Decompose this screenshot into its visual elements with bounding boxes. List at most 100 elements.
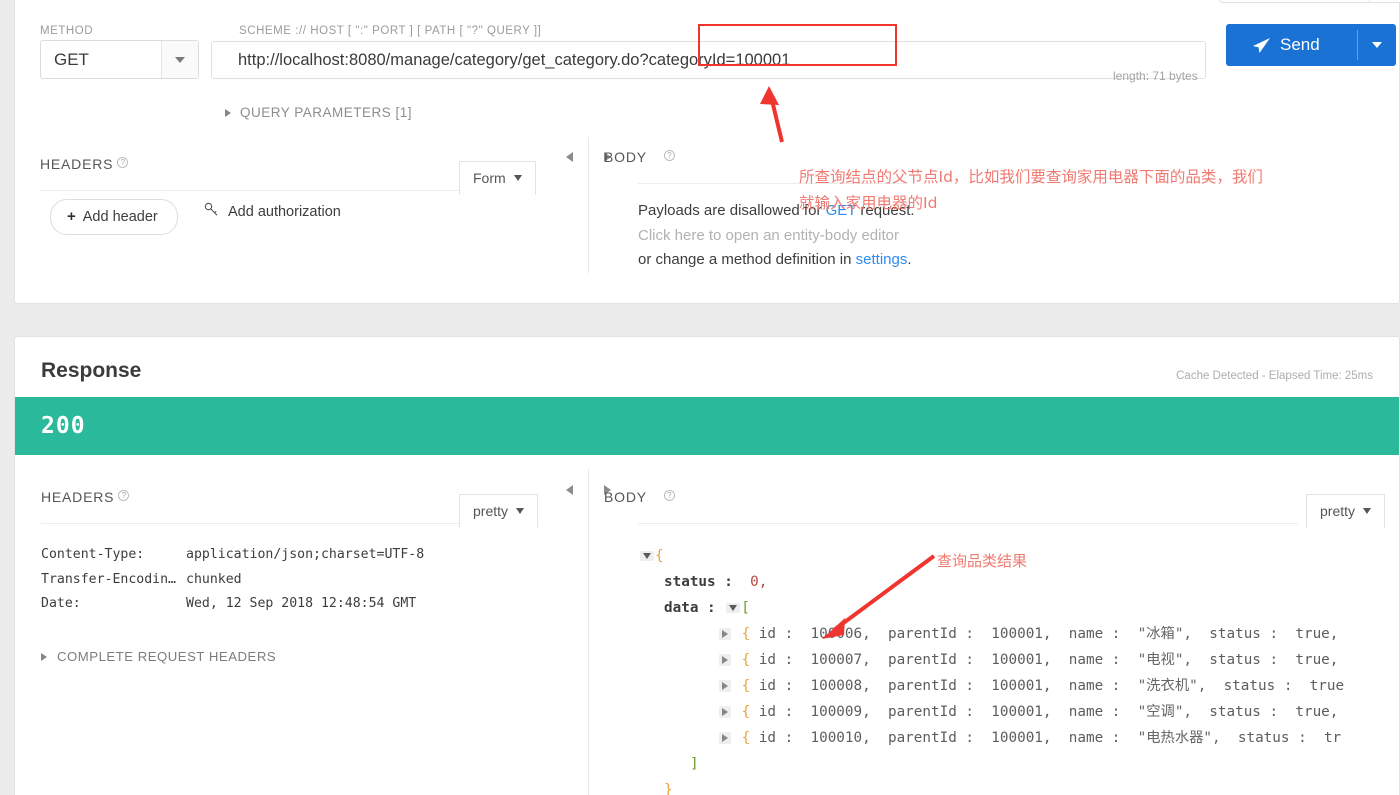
scheme-hint-label: SCHEME :// HOST [ ":" PORT ] [ PATH [ "?… — [239, 25, 542, 37]
json-status-value: true, — [1295, 626, 1339, 642]
json-status-value: true, — [1295, 652, 1339, 668]
json-root-line: { — [638, 543, 1344, 569]
chevron-down-icon — [642, 553, 651, 559]
url-value: http://localhost:8080/manage/category/ge… — [238, 50, 791, 69]
query-parameters-label: QUERY PARAMETERS [1] — [240, 105, 413, 120]
complete-request-headers-toggle[interactable]: COMPLETE REQUEST HEADERS — [41, 649, 276, 664]
method-select[interactable]: GET — [40, 40, 199, 79]
json-root-collapse-toggle[interactable] — [638, 551, 655, 561]
json-item-expand-toggle[interactable] — [716, 732, 733, 744]
send-button[interactable]: Send — [1226, 24, 1396, 66]
response-headers-format-value: pretty — [473, 503, 509, 519]
chevron-down-icon — [513, 175, 522, 181]
payload-note-suffix: request. — [856, 202, 915, 219]
response-body-format-select[interactable]: pretty — [1306, 494, 1386, 528]
header-value: application/json;charset=UTF-8 — [186, 547, 425, 562]
send-paper-plane-icon — [1252, 37, 1271, 54]
json-parentid-key: parentId : — [887, 626, 975, 642]
response-title: Response — [41, 359, 142, 382]
url-length-note: length: 71 bytes — [1113, 69, 1198, 83]
json-status-key: status : — [1223, 678, 1293, 694]
request-body-line-3: or change a method definition in setting… — [638, 248, 915, 273]
response-body-title: BODY — [604, 489, 647, 505]
json-item-expand-toggle[interactable] — [716, 628, 733, 640]
json-item-expand-toggle[interactable] — [716, 680, 733, 692]
help-icon[interactable]: ? — [663, 150, 675, 161]
request-body-line-1: Payloads are disallowed for GET request. — [638, 199, 915, 224]
json-open-bracket: [ — [741, 600, 750, 616]
request-headers-title: HEADERS — [40, 156, 114, 172]
header-key: Content-Type: — [41, 547, 145, 562]
json-item-brace: { — [741, 652, 751, 668]
method-label: METHOD — [40, 25, 94, 37]
settings-link[interactable]: settings — [856, 251, 908, 268]
add-header-label: Add header — [82, 208, 158, 225]
json-id-value: 100007, — [810, 652, 871, 668]
json-name-value: "空调", — [1137, 704, 1193, 720]
json-id-value: 100010, — [810, 730, 871, 746]
chevron-right-icon — [721, 734, 728, 742]
request-body-rule — [638, 183, 908, 184]
table-row: Content-Type: application/json;charset=U… — [41, 543, 424, 568]
api-client-window: METHOD SCHEME :// HOST [ ":" PORT ] [ PA… — [0, 0, 1400, 795]
json-parentid-value: 100001, — [991, 730, 1052, 746]
response-headers-rule — [41, 523, 462, 524]
chevron-left-icon — [566, 152, 573, 162]
send-dropdown-button[interactable] — [1358, 24, 1396, 66]
list-item: { id : 100007, parentId : 100001, name :… — [638, 647, 1344, 673]
json-status-key: status : — [664, 574, 733, 590]
json-id-key: id : — [758, 626, 794, 642]
chevron-down-icon — [1372, 42, 1382, 48]
response-headers-format-select[interactable]: pretty — [459, 494, 539, 528]
response-headers-header: HEADERS ? — [41, 489, 130, 505]
response-pane-splitter — [588, 469, 589, 795]
chevron-left-icon — [566, 485, 573, 495]
json-status-value: tr — [1323, 730, 1342, 746]
json-name-key: name : — [1068, 626, 1121, 642]
header-key: Transfer-Encodin… — [41, 571, 176, 587]
request-body-line-2[interactable]: Click here to open an entity-body editor — [638, 224, 915, 249]
chevron-right-icon — [721, 656, 728, 664]
json-id-value: 100006, — [810, 626, 871, 642]
response-cache-info: Cache Detected - Elapsed Time: 25ms — [1176, 370, 1373, 382]
response-headers-table: Content-Type: application/json;charset=U… — [41, 543, 424, 617]
method-value: GET — [54, 49, 89, 69]
request-headers-format-select[interactable]: Form — [459, 161, 536, 195]
json-open-brace: { — [655, 548, 664, 564]
query-parameters-toggle[interactable]: QUERY PARAMETERS [1] — [225, 105, 412, 120]
json-id-value: 100009, — [810, 704, 871, 720]
json-item-brace: { — [741, 730, 751, 746]
url-input[interactable]: http://localhost:8080/manage/category/ge… — [211, 41, 1206, 79]
payload-note-method: GET — [825, 202, 857, 219]
json-name-value: "电视", — [1137, 652, 1193, 668]
json-parentid-value: 100001, — [991, 704, 1052, 720]
add-header-button[interactable]: + Add header — [50, 199, 178, 235]
json-name-value: "电热水器", — [1137, 730, 1221, 746]
json-status-line: status : 0, — [638, 569, 1344, 595]
json-parentid-value: 100001, — [991, 652, 1052, 668]
json-data-collapse-toggle[interactable] — [724, 603, 741, 613]
request-headers-format-value: Form — [473, 170, 506, 186]
top-partial-control[interactable] — [1219, 0, 1400, 3]
chevron-down-icon — [516, 508, 525, 514]
json-id-key: id : — [758, 652, 794, 668]
json-close-bracket-line: ] — [638, 751, 1344, 777]
help-icon[interactable]: ? — [117, 157, 129, 168]
response-status-bar: 200 — [15, 397, 1399, 455]
json-item-expand-toggle[interactable] — [716, 654, 733, 666]
chevron-right-icon — [225, 108, 231, 117]
add-authorization-button[interactable]: Add authorization — [204, 202, 341, 221]
chevron-down-icon — [728, 605, 737, 611]
list-item: { id : 100006, parentId : 100001, name :… — [638, 621, 1344, 647]
response-pane-prev-button[interactable] — [566, 485, 573, 495]
method-dropdown-button[interactable] — [161, 41, 198, 78]
help-icon[interactable]: ? — [118, 490, 130, 501]
help-icon[interactable]: ? — [663, 490, 675, 501]
json-item-expand-toggle[interactable] — [716, 706, 733, 718]
request-pane-prev-button[interactable] — [566, 152, 573, 162]
json-status-key: status : — [1209, 652, 1279, 668]
top-partial-divider — [1369, 0, 1370, 2]
header-key: Date: — [41, 596, 81, 611]
settings-note-suffix: . — [907, 251, 912, 268]
json-status-key: status : — [1237, 730, 1307, 746]
